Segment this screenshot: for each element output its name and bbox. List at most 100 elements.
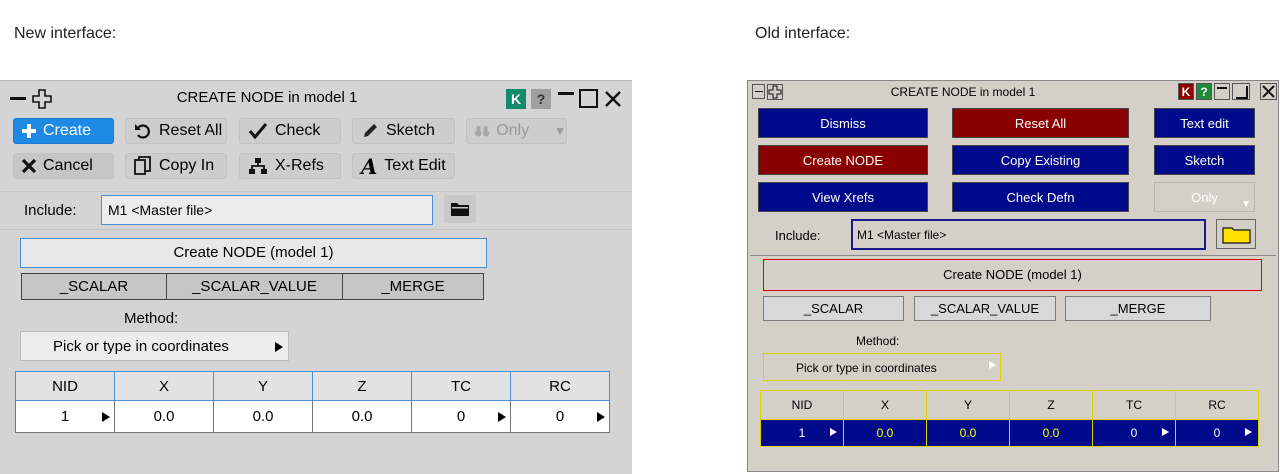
new-include-field[interactable]: M1 <Master file> (101, 195, 433, 225)
close-icon[interactable] (604, 90, 622, 108)
new-cell-tc[interactable]: 0 (411, 400, 511, 433)
old-option-merge[interactable]: _MERGE (1065, 296, 1211, 321)
folder-icon (451, 203, 469, 216)
new-include-label: Include: (24, 202, 77, 219)
create-node-button[interactable]: Create NODE (758, 145, 928, 175)
help-button[interactable]: ? (1196, 83, 1212, 100)
old-cell-z[interactable]: 0.0 (1009, 419, 1093, 447)
reset-all-label: Reset All (159, 122, 223, 139)
new-option-scalar[interactable]: _SCALAR (22, 274, 167, 299)
old-method-dropdown[interactable]: Pick or type in coordinates (763, 353, 1001, 381)
minimize-icon[interactable] (1214, 83, 1230, 100)
check-button[interactable]: Check (239, 118, 341, 144)
view-xrefs-button[interactable]: View Xrefs (758, 182, 928, 212)
reset-all-button[interactable]: Reset All (125, 118, 227, 144)
play-arrow-icon (102, 412, 110, 422)
checkmark-icon (248, 123, 268, 140)
new-col-nid: NID (15, 371, 115, 401)
reset-arrow-icon (135, 124, 150, 139)
old-cell-tc[interactable]: 0 (1092, 419, 1176, 447)
text-a-icon: A (361, 153, 378, 179)
maximize-icon[interactable] (1232, 83, 1250, 100)
old-create-node-header: Create NODE (model 1) (763, 259, 1262, 291)
old-col-nid: NID (760, 390, 844, 420)
new-tc-value: 0 (456, 408, 466, 425)
play-arrow-icon (989, 361, 996, 369)
plus-icon (22, 124, 36, 138)
old-reset-all-button[interactable]: Reset All (952, 108, 1129, 138)
old-text-edit-button[interactable]: Text edit (1154, 108, 1255, 138)
old-sketch-button[interactable]: Sketch (1154, 145, 1255, 175)
new-include-value: M1 <Master file> (108, 202, 213, 218)
old-create-node-window: CREATE NODE in model 1 K ? Dismiss Reset… (747, 80, 1279, 472)
old-option-scalar-value[interactable]: _SCALAR_VALUE (914, 296, 1056, 321)
new-method-value: Pick or type in coordinates (53, 338, 229, 355)
old-nid-value: 1 (798, 426, 806, 440)
new-folder-button[interactable] (444, 195, 476, 223)
sketch-button[interactable]: Sketch (352, 118, 455, 144)
new-cell-rc[interactable]: 0 (510, 400, 610, 433)
copy-document-icon (134, 156, 151, 175)
new-option-scalar-value[interactable]: _SCALAR_VALUE (167, 274, 343, 299)
include-separator (0, 229, 632, 230)
new-col-rc: RC (510, 371, 610, 401)
old-y-value: 0.0 (959, 426, 977, 440)
new-x-value: 0.0 (153, 408, 175, 425)
old-section-separator (750, 255, 1276, 256)
k-button[interactable]: K (1178, 83, 1194, 100)
cancel-label: Cancel (43, 157, 93, 174)
old-cell-nid[interactable]: 1 (760, 419, 844, 447)
new-cell-z[interactable]: 0.0 (312, 400, 412, 433)
play-arrow-icon (597, 412, 605, 422)
new-create-node-header: Create NODE (model 1) (20, 238, 487, 268)
old-rc-value: 0 (1213, 426, 1221, 440)
new-nid-value: 1 (60, 408, 70, 425)
sketch-label: Sketch (386, 122, 435, 139)
old-option-scalar[interactable]: _SCALAR (763, 296, 904, 321)
help-button[interactable]: ? (531, 89, 551, 109)
old-z-value: 0.0 (1042, 426, 1060, 440)
k-button[interactable]: K (506, 89, 526, 109)
old-cell-x[interactable]: 0.0 (843, 419, 927, 447)
new-y-value: 0.0 (252, 408, 274, 425)
folder-icon (1222, 227, 1251, 244)
old-col-y: Y (926, 390, 1010, 420)
old-method-value: Pick or type in coordinates (796, 361, 937, 375)
old-window-title: CREATE NODE in model 1 (890, 85, 1036, 99)
old-col-rc: RC (1175, 390, 1259, 420)
copy-in-button[interactable]: Copy In (125, 153, 227, 179)
copy-existing-button[interactable]: Copy Existing (952, 145, 1129, 175)
close-icon[interactable] (1260, 83, 1277, 100)
new-cell-x[interactable]: 0.0 (114, 400, 214, 433)
only-dropdown[interactable]: Only ▼ (466, 118, 567, 144)
new-z-value: 0.0 (351, 408, 373, 425)
new-create-node-window: CREATE NODE in model 1 K ? Create Reset … (0, 80, 632, 474)
cancel-button[interactable]: Cancel (13, 153, 114, 179)
old-include-label: Include: (775, 228, 821, 243)
old-folder-button[interactable] (1216, 219, 1256, 249)
new-method-dropdown[interactable]: Pick or type in coordinates (20, 331, 289, 361)
old-x-value: 0.0 (876, 426, 894, 440)
new-col-tc: TC (411, 371, 511, 401)
old-title-bar: CREATE NODE in model 1 K ? (750, 83, 1277, 101)
old-include-field[interactable]: M1 <Master file> (851, 219, 1206, 250)
binoculars-icon (475, 126, 490, 137)
old-include-value: M1 <Master file> (857, 228, 947, 242)
old-cell-y[interactable]: 0.0 (926, 419, 1010, 447)
minimize-icon[interactable] (558, 92, 574, 95)
check-defn-button[interactable]: Check Defn (952, 182, 1129, 212)
new-option-merge[interactable]: _MERGE (343, 274, 483, 299)
text-edit-button[interactable]: A Text Edit (352, 153, 455, 179)
new-title-bar: CREATE NODE in model 1 K ? (0, 81, 632, 115)
maximize-icon[interactable] (579, 89, 598, 108)
old-only-dropdown[interactable]: Only ▼ (1154, 182, 1255, 212)
new-cell-nid[interactable]: 1 (15, 400, 115, 433)
dropdown-arrow-icon: ▼ (1241, 199, 1251, 210)
new-cell-y[interactable]: 0.0 (213, 400, 313, 433)
xrefs-button[interactable]: X-Refs (239, 153, 341, 179)
create-button[interactable]: Create (13, 118, 114, 144)
dismiss-button[interactable]: Dismiss (758, 108, 928, 138)
old-cell-rc[interactable]: 0 (1175, 419, 1259, 447)
old-col-z: Z (1009, 390, 1093, 420)
new-col-z: Z (312, 371, 412, 401)
